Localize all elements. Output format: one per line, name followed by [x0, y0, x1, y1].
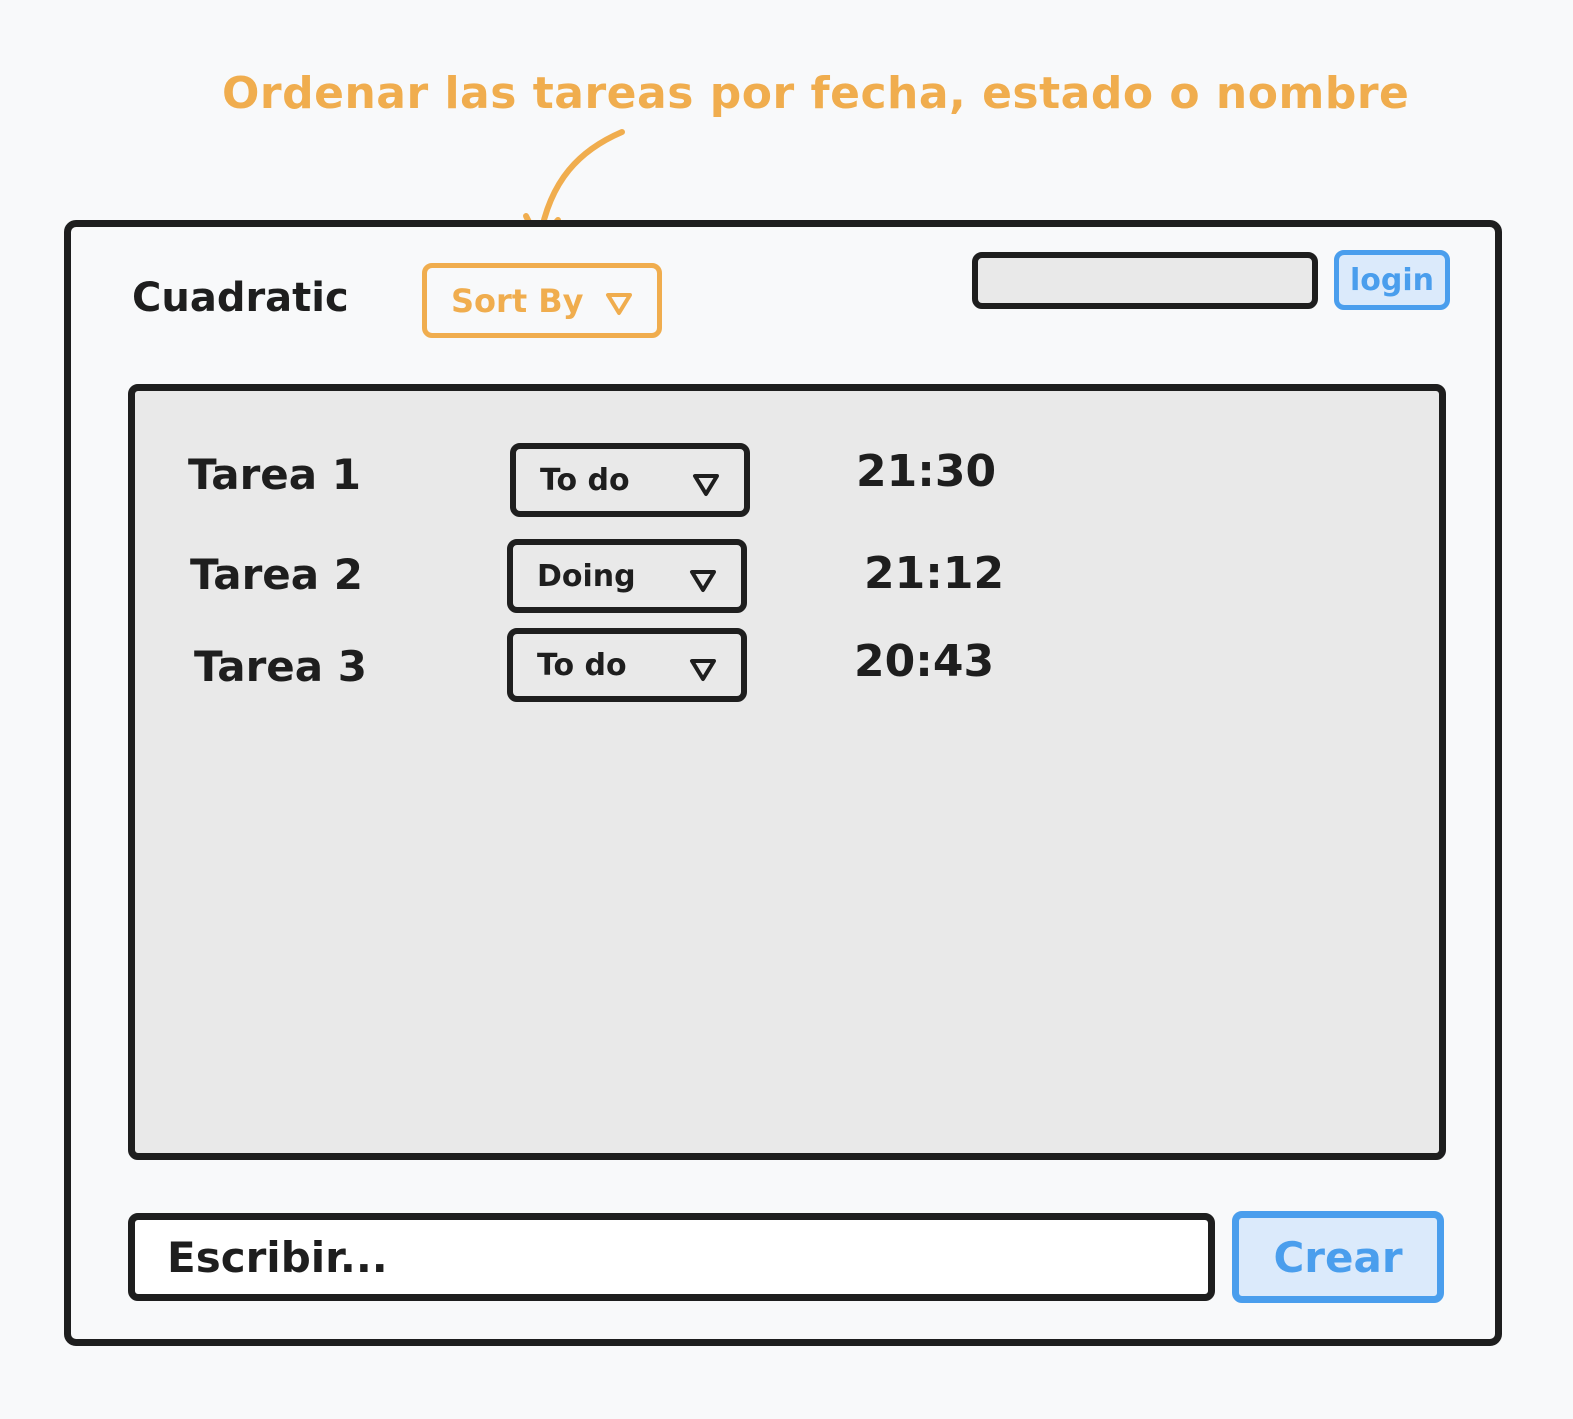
triangle-down-icon [690, 659, 716, 681]
status-select[interactable]: Doing [507, 539, 747, 613]
task-name: Tarea 3 [194, 642, 367, 691]
task-list-panel [128, 384, 1446, 1160]
task-text-input[interactable] [128, 1213, 1215, 1301]
status-label: To do [540, 462, 630, 498]
app-title: Cuadratic [132, 275, 349, 321]
triangle-down-icon [693, 474, 719, 496]
task-name: Tarea 2 [190, 550, 363, 599]
sort-by-label: Sort By [451, 281, 584, 320]
login-button[interactable]: login [1334, 250, 1450, 310]
task-time: 21:12 [864, 548, 1005, 599]
sort-by-button[interactable]: Sort By [422, 263, 662, 338]
create-button[interactable]: Crear [1232, 1211, 1444, 1303]
status-select[interactable]: To do [507, 628, 747, 702]
status-label: Doing [537, 558, 636, 594]
status-label: To do [537, 647, 627, 683]
triangle-down-icon [606, 293, 632, 315]
triangle-down-icon [690, 570, 716, 592]
task-time: 20:43 [854, 636, 995, 687]
status-select[interactable]: To do [510, 443, 750, 517]
task-name: Tarea 1 [188, 450, 361, 499]
annotation-text: Ordenar las tareas por fecha, estado o n… [222, 68, 1410, 119]
task-time: 21:30 [856, 446, 997, 497]
search-input[interactable] [972, 252, 1318, 309]
